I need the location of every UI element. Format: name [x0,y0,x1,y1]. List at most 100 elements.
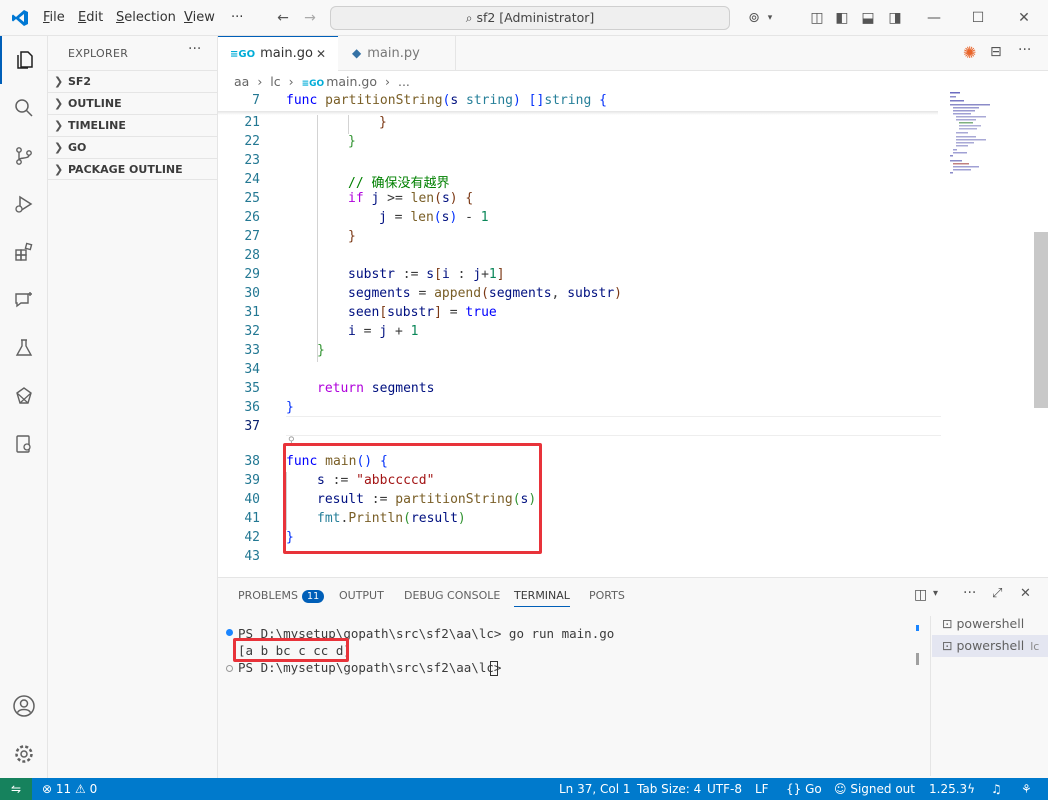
activity-bar [0,36,48,778]
menu-more[interactable]: ··· [231,10,243,25]
remote-icon: ⇋ [10,782,22,796]
code-line: } [317,343,325,358]
status-bar: ⇋ ⊗ 11 ⚠ 0 Ln 37, Col 1 Tab Size: 4 UTF-… [0,778,1048,800]
explorer-icon[interactable] [0,36,48,84]
tab-size[interactable]: Tab Size: 4 [637,778,701,800]
breadcrumb-more[interactable]: ... [398,74,410,89]
breadcrumb: aa › lc › ≡GO main.go › ... [234,74,410,89]
code-line: substr := s[i : j+1] [348,267,505,282]
file-encoding[interactable]: UTF-8 [707,778,742,800]
code-line: } [348,134,356,149]
chevron-right-icon: › [288,74,294,89]
chevron-right-icon: › [385,74,390,89]
remote-chat-icon[interactable] [0,276,48,324]
chevron-right-icon: › [257,74,263,89]
forward-arrow-icon[interactable]: → [300,8,320,28]
go-file-icon: ≡GO [301,79,325,89]
section-timeline[interactable]: ❯ TIMELINE [48,114,218,136]
tab-problems[interactable]: PROBLEMS 11 [238,589,325,603]
copilot-sparkle-icon[interactable]: ✺ [963,43,976,62]
terminal-list-item[interactable]: ⊡ powershell [938,614,1048,634]
menu-file[interactable]: File [43,10,65,25]
editor-more-icon[interactable]: ··· [1018,42,1031,58]
tab-debug-console[interactable]: DEBUG CONSOLE [404,589,500,602]
code-line: i = j + 1 [348,324,419,339]
extensions-icon[interactable] [0,228,48,276]
back-arrow-icon[interactable]: ← [273,8,293,28]
chevron-right-icon: ❯ [54,119,64,132]
account-icon[interactable] [0,682,48,730]
maximize-panel-icon[interactable]: ⤢ [992,586,1002,601]
split-terminal-icon[interactable]: ◫ [914,587,927,603]
feedback-icon[interactable]: ⚘ [1021,778,1032,800]
close-panel-icon[interactable]: ✕ [1020,586,1031,601]
chevron-down-icon[interactable]: ▾ [760,8,780,28]
terminal-list-item-active[interactable]: ⊡ powershell lc [932,635,1048,657]
split-editor-icon[interactable]: ⊟ [990,44,1002,60]
line-number: 39 [244,473,260,488]
line-number: 30 [244,286,260,301]
testing-flask-icon[interactable] [0,324,48,372]
settings-gear-icon[interactable] [0,730,48,778]
menu-edit[interactable]: Edit [78,10,103,25]
go-version[interactable]: 1.25.3ϟ [929,778,975,800]
end-of-line[interactable]: LF [755,778,769,800]
language-mode[interactable]: {} Go [786,778,822,800]
problems-status[interactable]: ⊗ 11 ⚠ 0 [42,778,97,800]
line-number: 41 [244,511,260,526]
command-success-dot-icon[interactable] [226,629,233,636]
menu-selection[interactable]: Selection [116,10,176,25]
error-icon: ⊗ [42,782,53,796]
tab-main-py[interactable]: ◆ main.py [338,36,456,71]
code-line: } [286,400,294,415]
breadcrumb-main-go[interactable]: main.go [326,74,377,89]
copilot-icon: ☺ [834,782,847,796]
line-number-current: 37 [244,419,260,434]
explorer-sidebar: EXPLORER ··· ❯ SF2 ❯ OUTLINE ❯ TIMELINE ❯ GO… [48,36,218,778]
account-status[interactable]: ☺ Signed out [834,778,915,800]
customize-layout-icon[interactable]: ◫ [807,8,827,28]
breadcrumb-aa[interactable]: aa [234,74,249,89]
line-number: 32 [244,324,260,339]
tab-terminal[interactable]: TERMINAL [514,589,570,607]
breadcrumb-lc[interactable]: lc [270,74,280,89]
minimap[interactable] [948,92,998,182]
toggle-panel-icon[interactable]: ⬓ [858,8,878,28]
sidebar-more-button[interactable]: ··· [188,41,201,57]
editor-scrollbar[interactable] [1034,232,1048,408]
maximize-icon[interactable]: ☐ [968,8,988,28]
command-center-search[interactable]: ⌕ sf2 [Administrator] [330,6,730,30]
section-go[interactable]: ❯ GO [48,136,218,158]
code-line: } [379,115,387,130]
menu-view[interactable]: View [184,10,215,25]
source-control-icon[interactable] [0,132,48,180]
code-line: segments = append(segments, substr) [348,286,622,301]
toggle-secondary-sidebar-icon[interactable]: ◨ [885,8,905,28]
highlight-box-output [233,638,349,662]
section-package-outline[interactable]: ❯ PACKAGE OUTLINE [48,158,218,180]
panel-more-icon[interactable]: ··· [963,585,976,601]
tab-main-go[interactable]: ≡GO main.go ✕ [218,36,338,71]
remote-explorer-icon[interactable] [0,420,48,468]
code-line: if j >= len(s) { [348,191,474,206]
code-comment: // 确保没有越界 [348,176,450,191]
close-icon[interactable]: ✕ [1014,8,1034,28]
run-debug-icon[interactable] [0,180,48,228]
minimize-icon[interactable]: — [924,8,944,28]
notifications-bell-icon[interactable]: ♫ [991,778,1002,800]
remote-indicator[interactable]: ⇋ [0,778,32,800]
search-icon[interactable] [0,84,48,132]
line-number: 40 [244,492,260,507]
toggle-sidebar-icon[interactable]: ◧ [832,8,852,28]
tab-output[interactable]: OUTPUT [339,589,384,602]
tab-ports[interactable]: PORTS [589,589,625,602]
chevron-down-icon[interactable]: ▾ [933,588,938,599]
cursor-position[interactable]: Ln 37, Col 1 [559,778,631,800]
section-outline[interactable]: ❯ OUTLINE [48,92,218,114]
copilot-agent-icon[interactable] [0,372,48,420]
chevron-right-icon: ❯ [54,97,64,110]
section-sf2[interactable]: ❯ SF2 [48,70,218,92]
close-tab-icon[interactable]: ✕ [316,37,326,71]
code-line: seen[substr] = true [348,305,497,320]
line-number: 38 [244,454,260,469]
